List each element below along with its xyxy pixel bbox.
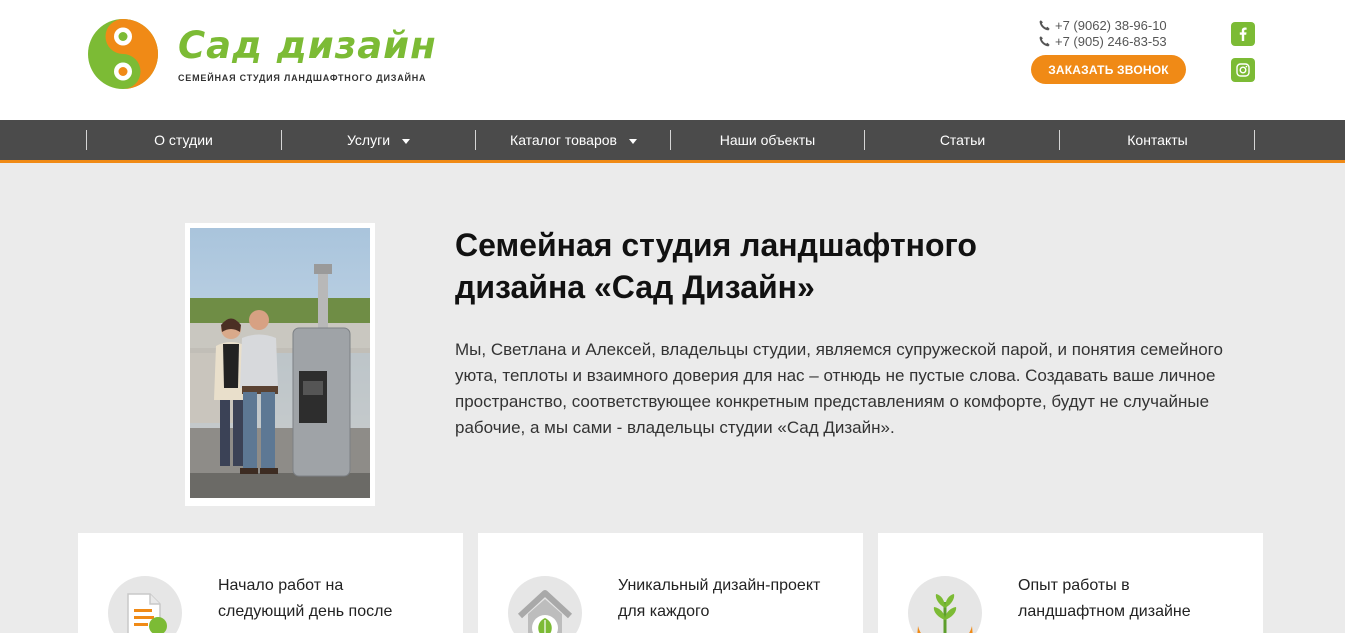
nav-item-label: Контакты <box>1127 132 1188 148</box>
instagram-icon <box>1236 63 1250 77</box>
nav-divider <box>1254 130 1255 150</box>
phone-icon <box>1039 19 1050 30</box>
nav-item-about[interactable]: О студии <box>86 120 281 160</box>
feature-card: Начало работ на следующий день после <box>78 533 463 633</box>
page-title: Семейная студия ландшафтного дизайна «Са… <box>455 227 977 305</box>
nav-divider <box>475 130 476 150</box>
phone-icon <box>1039 35 1050 46</box>
nav-divider <box>86 130 87 150</box>
brand-name[interactable]: Сад дизайн <box>178 24 437 68</box>
feature-text: Начало работ на следующий день после <box>218 577 393 620</box>
chevron-down-icon <box>628 138 637 144</box>
nav-item-label: Услуги <box>346 132 391 148</box>
brand-tagline: СЕМЕЙНАЯ СТУДИЯ ЛАНДШАФТНОГО ДИЗАЙНА <box>178 73 427 83</box>
site-header: Сад дизайн СЕМЕЙНАЯ СТУДИЯ ЛАНДШАФТНОГО … <box>0 0 1345 120</box>
nav-item-label: Наши объекты <box>719 132 816 148</box>
hands-sprout-icon <box>908 576 982 633</box>
feature-card: Опыт работы в ландшафтном дизайне <box>878 533 1263 633</box>
nav-item-projects[interactable]: Наши объекты <box>670 120 865 160</box>
feature-card: Уникальный дизайн-проект для каждого <box>478 533 863 633</box>
nav-item-catalog[interactable]: Каталог товаров <box>476 120 671 160</box>
nav-accent-stripe <box>0 160 1345 163</box>
phone-number[interactable]: +7 (905) 246-83-53 <box>1055 34 1167 49</box>
intro-paragraph: Мы, Светлана и Алексей, владельцы студии… <box>455 340 1223 437</box>
facebook-icon <box>1239 27 1247 41</box>
house-leaf-icon <box>508 576 582 633</box>
request-call-button[interactable]: ЗАКАЗАТЬ ЗВОНОК <box>1031 55 1186 84</box>
nav-item-services[interactable]: Услуги <box>281 120 476 160</box>
owners-photo <box>190 228 370 498</box>
nav-item-contacts[interactable]: Контакты <box>1060 120 1255 160</box>
swirl-logo-icon[interactable] <box>86 18 160 90</box>
phone-number[interactable]: +7 (9062) 38-96-10 <box>1055 18 1167 33</box>
phone-list: +7 (9062) 38-96-10 +7 (905) 246-83-53 <box>1038 17 1167 49</box>
nav-divider <box>670 130 671 150</box>
nav-item-articles[interactable]: Статьи <box>865 120 1060 160</box>
nav-divider <box>281 130 282 150</box>
feature-text: Уникальный дизайн-проект для каждого <box>618 577 821 620</box>
nav-divider <box>864 130 865 150</box>
main-navigation: О студии Услуги Каталог товаров Наши объ… <box>0 120 1345 160</box>
facebook-button[interactable] <box>1231 22 1255 46</box>
owners-photo-frame <box>185 223 375 506</box>
nav-item-label: О студии <box>154 132 213 148</box>
document-check-icon <box>108 576 182 633</box>
phone-item[interactable]: +7 (9062) 38-96-10 <box>1038 17 1167 33</box>
feature-text: Опыт работы в ландшафтном дизайне <box>1018 577 1191 620</box>
instagram-button[interactable] <box>1231 58 1255 82</box>
nav-item-label: Статьи <box>939 132 986 148</box>
nav-item-label: Каталог товаров <box>510 132 617 148</box>
phone-item[interactable]: +7 (905) 246-83-53 <box>1038 33 1167 49</box>
nav-divider <box>1059 130 1060 150</box>
chevron-down-icon <box>402 138 411 144</box>
